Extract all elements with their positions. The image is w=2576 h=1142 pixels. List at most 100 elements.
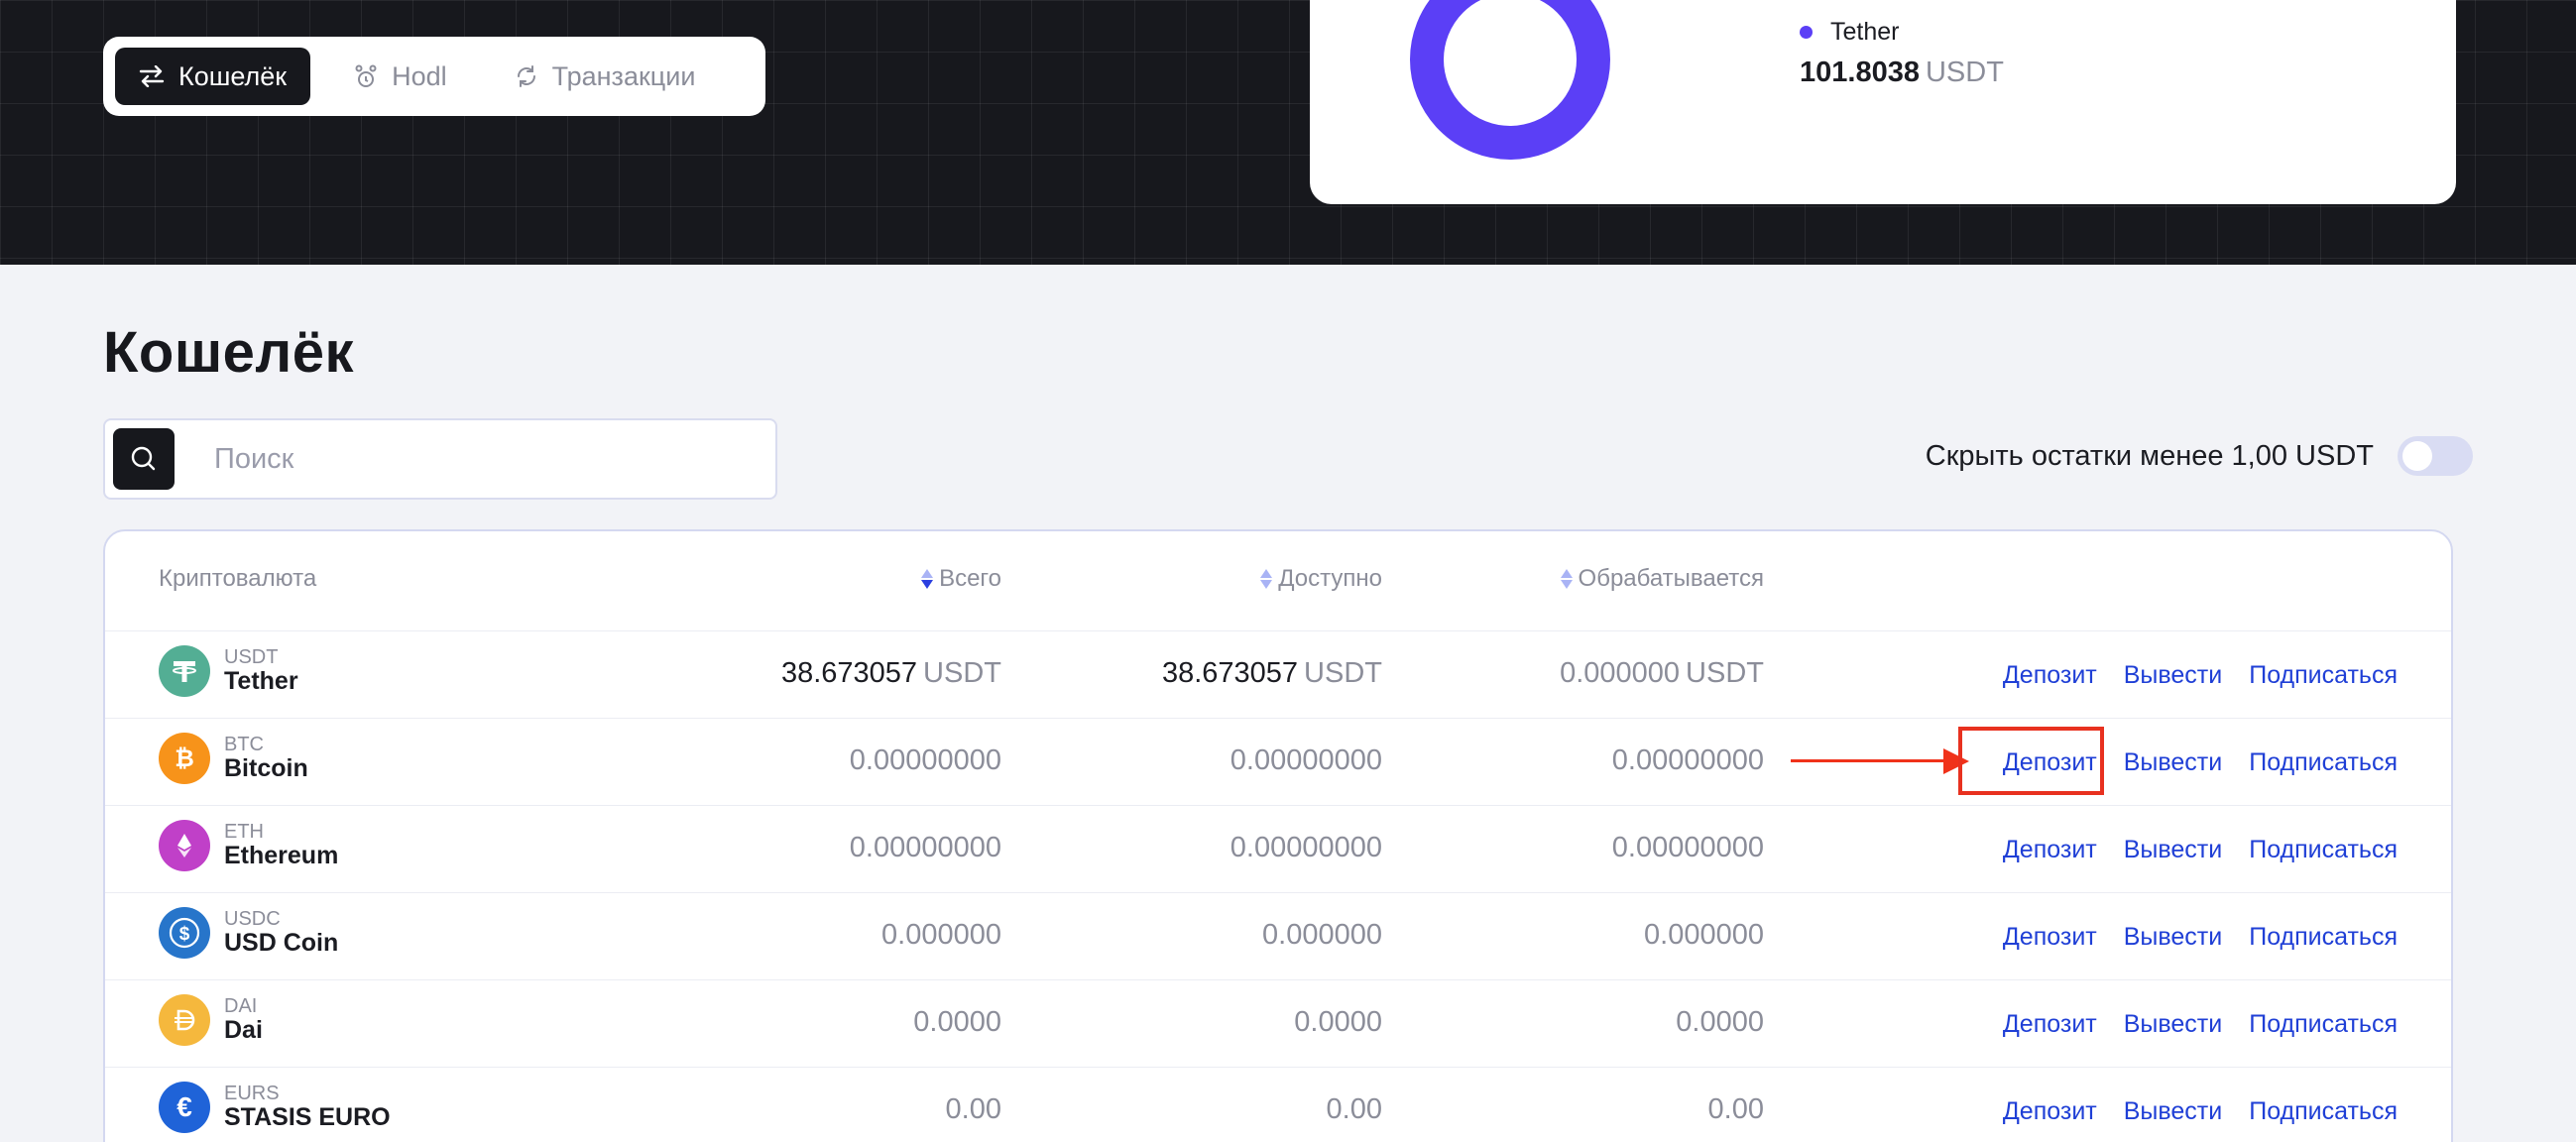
deposit-link[interactable]: Депозит	[2003, 1010, 2097, 1039]
tab-wallet[interactable]: Кошелёк	[115, 48, 311, 105]
deposit-link[interactable]: Депозит	[2003, 923, 2097, 952]
available-value: 0.000000	[1262, 919, 1382, 951]
processing-cell: 0.00	[1708, 1093, 1764, 1126]
available-value: 0.00000000	[1229, 832, 1382, 863]
withdraw-link[interactable]: Вывести	[2124, 1097, 2222, 1126]
available-value: 0.00	[1326, 1093, 1382, 1125]
processing-value: 0.00000000	[1611, 832, 1764, 863]
column-header-crypto: Криптовалюта	[159, 565, 316, 593]
row-actions: Депозит Вывести Подписаться	[2003, 661, 2398, 690]
available-cell: 0.00000000	[1230, 744, 1382, 777]
svg-text:€: €	[176, 1091, 192, 1122]
withdraw-link[interactable]: Вывести	[2124, 1010, 2222, 1039]
total-cell: 0.00	[946, 1093, 1001, 1126]
processing-value: 0.0000	[1676, 1006, 1764, 1038]
processing-cell: 0.00000000	[1612, 832, 1764, 864]
subscribe-link[interactable]: Подписаться	[2249, 836, 2398, 864]
total-cell: 0.0000	[913, 1006, 1001, 1039]
available-cell: 0.00000000	[1230, 832, 1382, 864]
sort-icon	[1260, 569, 1273, 589]
subscribe-link[interactable]: Подписаться	[2249, 748, 2398, 777]
portfolio-legend: Tether 101.8038 USDT	[1800, 18, 2004, 89]
total-value: 0.0000	[913, 1006, 1001, 1038]
coin-name: Tether	[224, 667, 298, 696]
available-cell: 38.673057 USDT	[1162, 657, 1382, 690]
table-header: Криптовалюта Всего Доступно Обрабатывает…	[105, 531, 2451, 630]
coin-symbol: EURS	[224, 1083, 280, 1105]
legend-item: Tether	[1800, 18, 2004, 47]
hide-small-balances: Скрыть остатки менее 1,00 USDT	[1926, 436, 2473, 476]
subscribe-link[interactable]: Подписаться	[2249, 661, 2398, 690]
subscribe-link[interactable]: Подписаться	[2249, 1010, 2398, 1039]
table-row: ETH Ethereum 0.00000000 0.00000000 0.000…	[105, 805, 2451, 892]
available-value: 0.0000	[1294, 1006, 1382, 1038]
search-button[interactable]	[113, 428, 175, 490]
sort-icon	[1560, 569, 1573, 589]
coin-name: Bitcoin	[224, 754, 308, 783]
coin-name: USD Coin	[224, 929, 339, 958]
coin-symbol: USDT	[224, 646, 279, 669]
column-header-available-label: Доступно	[1278, 565, 1382, 592]
stasis-euro-icon: €	[159, 1082, 210, 1133]
hodl-icon	[355, 64, 377, 87]
toggle-knob	[2402, 441, 2432, 471]
search-icon	[131, 446, 156, 471]
ethereum-icon	[159, 820, 210, 871]
processing-value: 0.00	[1707, 1093, 1764, 1125]
usdc-icon: $	[159, 907, 210, 959]
hide-small-toggle[interactable]	[2398, 436, 2473, 476]
tab-wallet-label: Кошелёк	[178, 60, 288, 91]
column-header-total-label: Всего	[939, 565, 1001, 592]
coin-cell: $ USDC USD Coin	[159, 907, 338, 959]
processing-cell: 0.0000	[1676, 1006, 1764, 1039]
transfer-icon	[139, 65, 165, 87]
legend-amount-currency: USDT	[1925, 57, 2004, 88]
tab-hodl-label: Hodl	[392, 60, 447, 91]
withdraw-link[interactable]: Вывести	[2124, 923, 2222, 952]
total-value: 0.00000000	[849, 744, 1001, 776]
deposit-link[interactable]: Депозит	[2003, 1097, 2097, 1126]
deposit-link[interactable]: Депозит	[2003, 836, 2097, 864]
processing-value: 0.00000000	[1611, 744, 1764, 776]
total-value: 0.00	[945, 1093, 1001, 1125]
refresh-icon	[517, 65, 535, 87]
total-cell: 0.00000000	[850, 832, 1001, 864]
tab-transactions[interactable]: Транзакции	[491, 48, 720, 105]
available-cell: 0.00	[1327, 1093, 1382, 1126]
balances-table: Криптовалюта Всего Доступно Обрабатывает…	[103, 529, 2453, 1142]
page-title: Кошелёк	[103, 320, 355, 385]
column-header-crypto-label: Криптовалюта	[159, 565, 317, 592]
processing-value: 0.000000	[1560, 657, 1681, 689]
column-header-available[interactable]: Доступно	[1260, 565, 1382, 593]
withdraw-link[interactable]: Вывести	[2124, 836, 2222, 864]
coin-cell: ₿ BTC Bitcoin	[159, 733, 308, 784]
available-cell: 0.000000	[1262, 919, 1382, 952]
processing-currency: USDT	[1686, 657, 1764, 689]
coin-symbol: ETH	[224, 821, 264, 844]
subscribe-link[interactable]: Подписаться	[2249, 1097, 2398, 1126]
withdraw-link[interactable]: Вывести	[2124, 748, 2222, 777]
total-currency: USDT	[923, 657, 1001, 689]
sort-icon	[921, 569, 934, 589]
processing-value: 0.000000	[1644, 919, 1764, 951]
coin-cell: € EURS STASIS EURO	[159, 1082, 391, 1133]
legend-amount-value: 101.8038	[1800, 57, 1920, 88]
wallet-tabs: Кошелёк Hodl Транзакции	[103, 37, 765, 116]
donut-segment-tether	[1410, 0, 1610, 160]
withdraw-link[interactable]: Вывести	[2124, 661, 2222, 690]
column-header-processing-label: Обрабатывается	[1578, 565, 1764, 592]
total-value: 0.000000	[881, 919, 1001, 951]
column-header-total[interactable]: Всего	[921, 565, 1001, 593]
search-input[interactable]	[214, 442, 730, 476]
column-header-processing[interactable]: Обрабатывается	[1560, 565, 1764, 593]
deposit-link[interactable]: Депозит	[2003, 661, 2097, 690]
dai-icon	[159, 994, 210, 1046]
subscribe-link[interactable]: Подписаться	[2249, 923, 2398, 952]
tab-hodl[interactable]: Hodl	[330, 48, 471, 105]
table-row: DAI Dai 0.0000 0.0000 0.0000 Депозит Выв…	[105, 979, 2451, 1067]
total-cell: 38.673057 USDT	[781, 657, 1001, 690]
hide-small-label: Скрыть остатки менее 1,00 USDT	[1925, 439, 2374, 472]
available-cell: 0.0000	[1294, 1006, 1382, 1039]
bitcoin-icon: ₿	[159, 733, 210, 784]
coin-cell: USDT Tether	[159, 645, 298, 697]
